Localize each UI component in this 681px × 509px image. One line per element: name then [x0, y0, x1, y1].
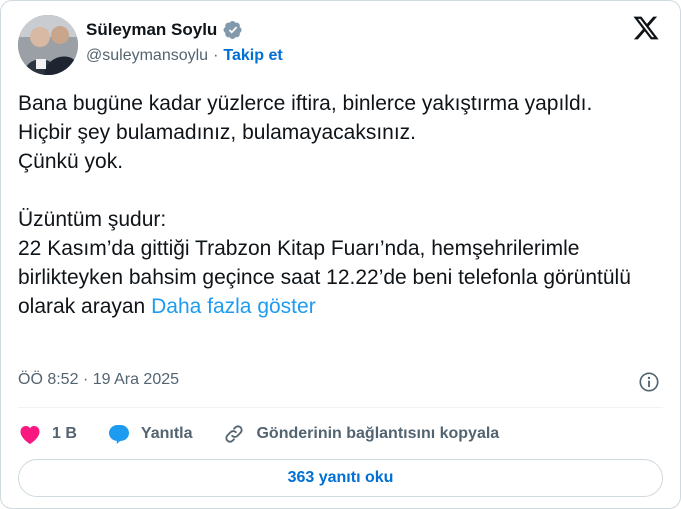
- author-handle-row: @suleymansoylu · Takip et: [86, 47, 283, 65]
- tweet-time[interactable]: ÖÖ 8:52: [18, 371, 78, 388]
- tweet-line: 22 Kasım’da gittiği Trabzon Kitap Fuarı’…: [18, 234, 668, 321]
- reply-button[interactable]: Yanıtla: [107, 423, 193, 445]
- avatar[interactable]: [18, 15, 78, 75]
- author-name-row: Süleyman Soylu: [86, 18, 243, 42]
- like-button[interactable]: 1 B: [18, 423, 77, 445]
- heart-icon: [18, 423, 42, 445]
- action-bar: 1 B Yanıtla Gönderinin bağlantısını kopy…: [18, 420, 529, 448]
- tweet-line: Bana bugüne kadar yüzlerce iftira, binle…: [18, 92, 593, 115]
- reply-bubble-icon: [107, 423, 131, 445]
- divider: [18, 407, 663, 408]
- reply-label: Yanıtla: [140, 425, 193, 442]
- read-replies-label: 363 yanıtı oku: [287, 469, 394, 486]
- verified-badge-icon: [223, 20, 243, 40]
- handle-separator: ·: [213, 47, 219, 64]
- tweet-text: Bana bugüne kadar yüzlerce iftira, binle…: [18, 89, 668, 321]
- copy-link-label: Gönderinin bağlantısını kopyala: [256, 425, 500, 442]
- tweet-blank-line: [18, 176, 668, 205]
- author-name[interactable]: Süleyman Soylu: [86, 20, 217, 40]
- follow-button[interactable]: Takip et: [223, 47, 282, 65]
- info-icon[interactable]: [638, 371, 660, 393]
- like-count: 1 B: [52, 425, 77, 442]
- read-replies-button[interactable]: 363 yanıtı oku: [18, 459, 663, 497]
- meta-separator: ·: [82, 371, 89, 388]
- link-icon: [222, 423, 246, 445]
- tweet-line: Çünkü yok.: [18, 150, 124, 173]
- copy-link-button[interactable]: Gönderinin bağlantısını kopyala: [222, 423, 499, 445]
- tweet-date[interactable]: 19 Ara 2025: [93, 371, 179, 388]
- show-more-link[interactable]: Daha fazla göster: [151, 295, 316, 318]
- author-handle[interactable]: @suleymansoylu: [86, 47, 208, 65]
- tweet-line: Hiçbir şey bulamadınız, bulamayacaksınız…: [18, 121, 417, 144]
- tweet-line: Üzüntüm şudur:: [18, 208, 167, 231]
- x-logo-icon[interactable]: [632, 14, 660, 42]
- tweet-line-text: 22 Kasım’da gittiği Trabzon Kitap Fuarı’…: [18, 237, 631, 318]
- tweet-card: Süleyman Soylu @suleymansoylu · Takip et…: [0, 0, 681, 509]
- tweet-meta: ÖÖ 8:52 · 19 Ara 2025: [18, 371, 179, 389]
